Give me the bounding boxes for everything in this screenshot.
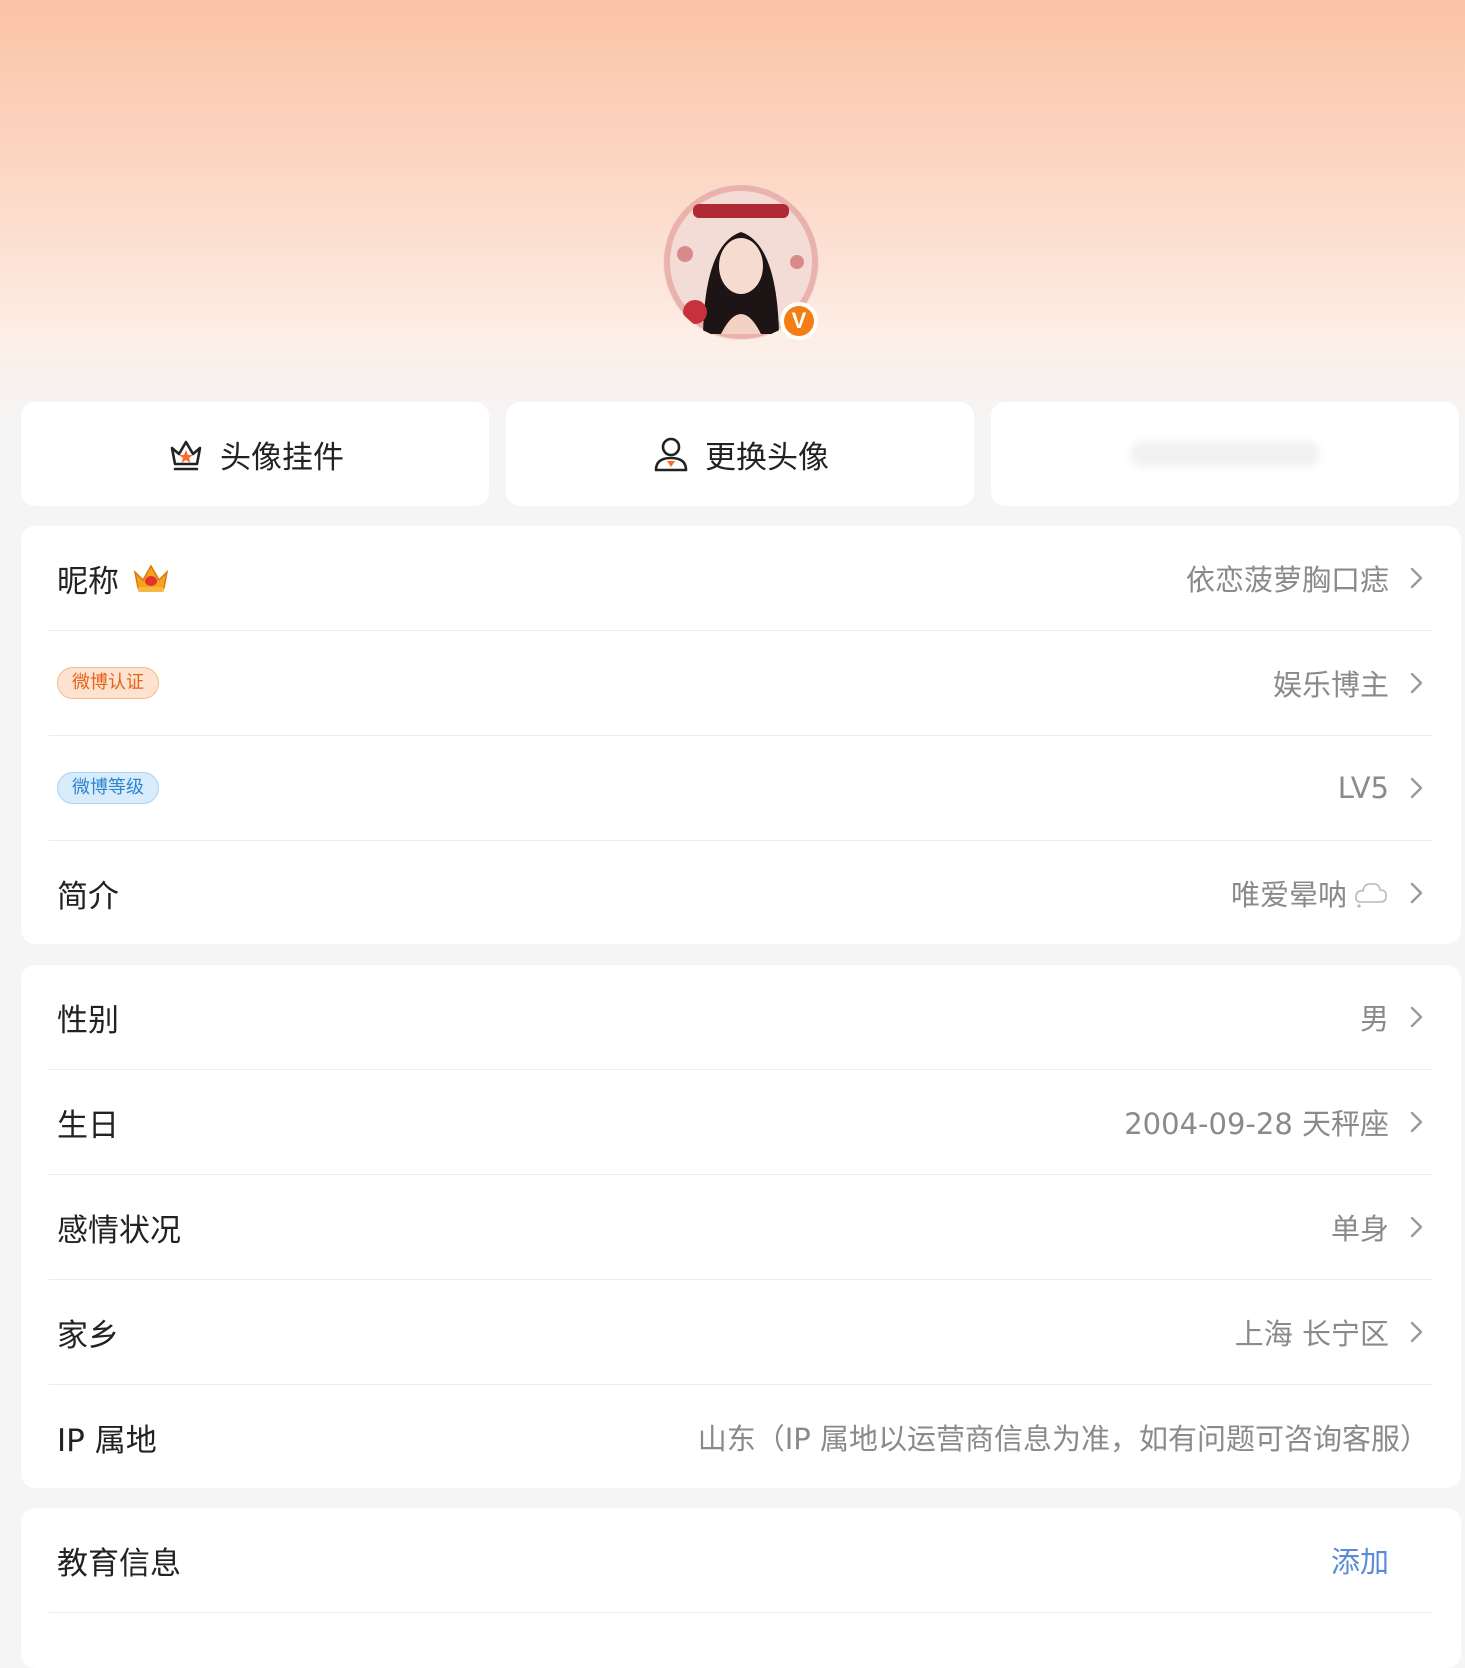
gender-label: 性别 xyxy=(57,1002,119,1039)
avatar-container[interactable]: V xyxy=(663,184,823,344)
level-value: LV5 xyxy=(1337,771,1389,805)
level-row[interactable]: 微博等级 LV5 xyxy=(49,736,1433,841)
level-value-group: LV5 xyxy=(1338,771,1433,805)
verification-value-group: 娱乐博主 xyxy=(1273,662,1433,704)
verification-row[interactable]: 微博认证 娱乐博主 xyxy=(49,631,1433,736)
chevron-right-icon xyxy=(1410,882,1423,904)
bio-label: 简介 xyxy=(57,878,119,915)
chevron-right-icon xyxy=(1410,1216,1423,1238)
nickname-label-group: 昵称 xyxy=(49,556,171,601)
blurred-content xyxy=(1130,441,1320,467)
crown-badge-icon xyxy=(166,434,206,474)
nickname-row[interactable]: 昵称 依恋菠萝胸口痣 xyxy=(49,526,1433,631)
bio-value-group: 唯爱晕呐 xyxy=(1231,872,1433,914)
gender-value-group: 男 xyxy=(1360,996,1433,1038)
education-label: 教育信息 xyxy=(57,1545,181,1582)
hometown-value: 上海 长宁区 xyxy=(1234,1317,1389,1351)
verification-tag: 微博认证 xyxy=(57,667,159,699)
chevron-right-icon xyxy=(1410,1321,1423,1343)
ip-location-value: 山东（IP 属地以运营商信息为准，如有问题可咨询客服） xyxy=(697,1422,1429,1456)
crown-icon xyxy=(131,562,171,594)
cloud-emoji-icon xyxy=(1353,878,1389,908)
person-icon xyxy=(651,434,691,474)
nickname-label: 昵称 xyxy=(57,563,119,600)
personal-info-card: 性别 男 生日 2004-09-28 天秤座 感情状况 单身 家乡 上海 长宁区… xyxy=(21,965,1461,1488)
chevron-right-icon xyxy=(1410,1111,1423,1133)
relationship-label: 感情状况 xyxy=(57,1212,181,1249)
verified-badge: V xyxy=(780,302,818,340)
relationship-value: 单身 xyxy=(1330,1212,1389,1246)
ip-location-row: IP 属地 山东（IP 属地以运营商信息为准，如有问题可咨询客服） xyxy=(49,1385,1433,1489)
avatar-pendant-label: 头像挂件 xyxy=(220,439,344,476)
relationship-row[interactable]: 感情状况 单身 xyxy=(49,1175,1433,1280)
change-avatar-label: 更换头像 xyxy=(705,439,829,476)
ip-location-label: IP 属地 xyxy=(57,1422,157,1459)
ip-location-value-group: 山东（IP 属地以运营商信息为准，如有问题可咨询客服） xyxy=(698,1416,1433,1458)
chevron-right-icon xyxy=(1410,567,1423,589)
gender-row[interactable]: 性别 男 xyxy=(49,965,1433,1070)
third-action-button[interactable] xyxy=(991,402,1459,506)
gender-value: 男 xyxy=(1359,1002,1389,1036)
hometown-row[interactable]: 家乡 上海 长宁区 xyxy=(49,1280,1433,1385)
verification-label-group: 微博认证 xyxy=(49,667,159,699)
relationship-value-group: 单身 xyxy=(1331,1206,1433,1248)
chevron-right-icon xyxy=(1410,1006,1423,1028)
birthday-value-group: 2004-09-28 天秤座 xyxy=(1124,1101,1433,1143)
birthday-label: 生日 xyxy=(57,1107,119,1144)
education-add-group: 添加 xyxy=(1331,1539,1433,1581)
bio-value: 唯爱晕呐 xyxy=(1230,878,1347,912)
education-add-link[interactable]: 添加 xyxy=(1331,1539,1389,1581)
verification-value: 娱乐博主 xyxy=(1272,668,1389,702)
hometown-value-group: 上海 长宁区 xyxy=(1235,1311,1433,1353)
nickname-value-group: 依恋菠萝胸口痣 xyxy=(1186,557,1433,599)
nickname-value: 依恋菠萝胸口痣 xyxy=(1185,563,1389,597)
chevron-right-icon xyxy=(1410,777,1423,799)
bio-row[interactable]: 简介 唯爱晕呐 xyxy=(49,841,1433,945)
change-avatar-button[interactable]: 更换头像 xyxy=(506,402,974,506)
chevron-right-icon xyxy=(1410,672,1423,694)
birthday-row[interactable]: 生日 2004-09-28 天秤座 xyxy=(49,1070,1433,1175)
avatar-pendant-button[interactable]: 头像挂件 xyxy=(21,402,489,506)
birthday-value: 2004-09-28 天秤座 xyxy=(1124,1107,1389,1141)
hometown-label: 家乡 xyxy=(57,1317,119,1354)
level-tag: 微博等级 xyxy=(57,772,159,804)
profile-card: 昵称 依恋菠萝胸口痣 微博认证 娱乐博主 微博等级 LV5 简介 唯爱晕呐 xyxy=(21,526,1461,944)
avatar-action-row: 头像挂件 更换头像 xyxy=(21,402,1461,506)
education-card: 教育信息 添加 xyxy=(21,1508,1461,1668)
education-row: 教育信息 添加 xyxy=(49,1508,1433,1613)
level-label-group: 微博等级 xyxy=(49,772,159,804)
